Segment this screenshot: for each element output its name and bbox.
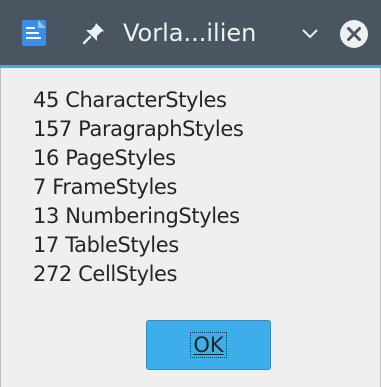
ok-button[interactable]: OK bbox=[146, 320, 271, 370]
stat-frame-styles: 7 FrameStyles bbox=[33, 175, 177, 199]
document-icon[interactable] bbox=[22, 20, 46, 46]
dialog-window: Vorla...ilien 45 CharacterStyles 157 Par… bbox=[0, 0, 381, 387]
chevron-down-icon[interactable] bbox=[300, 24, 320, 44]
window-title: Vorla...ilien bbox=[123, 19, 257, 47]
dialog-content: 45 CharacterStyles 157 ParagraphStyles 1… bbox=[0, 68, 381, 387]
style-statistics-list: 45 CharacterStyles 157 ParagraphStyles 1… bbox=[33, 86, 244, 289]
stat-paragraph-styles: 157 ParagraphStyles bbox=[33, 117, 244, 141]
stat-page-styles: 16 PageStyles bbox=[33, 146, 176, 170]
stat-cell-styles: 272 CellStyles bbox=[33, 262, 178, 286]
pin-icon[interactable] bbox=[82, 21, 106, 45]
close-icon[interactable] bbox=[339, 19, 369, 49]
ok-button-label: OK bbox=[190, 332, 227, 358]
stat-character-styles: 45 CharacterStyles bbox=[33, 88, 227, 112]
stat-numbering-styles: 13 NumberingStyles bbox=[33, 204, 240, 228]
stat-table-styles: 17 TableStyles bbox=[33, 233, 179, 257]
title-bar[interactable]: Vorla...ilien bbox=[0, 0, 381, 68]
